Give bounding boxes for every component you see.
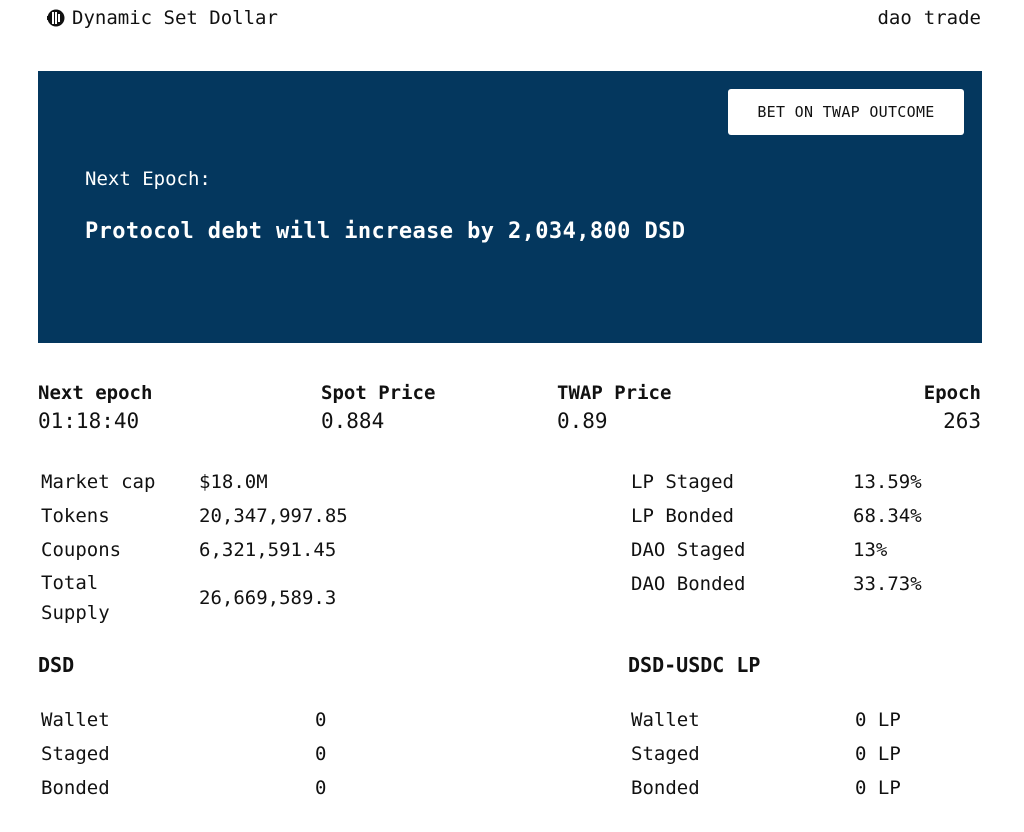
row-value: 0: [315, 777, 327, 799]
dsd-section-title: DSD: [38, 653, 75, 677]
epoch-banner: BET ON TWAP OUTCOME Next Epoch: Protocol…: [38, 71, 982, 343]
lp-row-wallet: Wallet 0 LP: [631, 703, 901, 737]
row-value: $18.0M: [199, 471, 268, 493]
row-label: Wallet: [631, 709, 700, 731]
banner-message: Protocol debt will increase by 2,034,800…: [85, 219, 686, 244]
pool-row-dao-staged: DAO Staged 13%: [631, 533, 922, 567]
row-label: Total Supply: [41, 572, 110, 624]
lp-balance-table: Wallet 0 LP Staged 0 LP Bonded 0 LP: [631, 703, 901, 805]
supply-row-market-cap: Market cap $18.0M: [41, 465, 348, 499]
row-value: 33.73%: [853, 573, 922, 595]
stat-value: 01:18:40: [38, 409, 140, 433]
pool-row-lp-bonded: LP Bonded 68.34%: [631, 499, 922, 533]
row-value: 26,669,589.3: [199, 587, 337, 609]
dsd-row-bonded: Bonded 0: [41, 771, 326, 805]
row-label: Bonded: [41, 777, 110, 799]
supply-row-coupons: Coupons 6,321,591.45: [41, 533, 348, 567]
row-label: Coupons: [41, 539, 122, 561]
row-label: LP Bonded: [631, 505, 734, 527]
nav-link-dao[interactable]: dao: [877, 7, 911, 29]
nav-links: dao trade: [877, 7, 981, 29]
page: Dynamic Set Dollar dao trade BET ON TWAP…: [0, 0, 1024, 832]
row-label: Tokens: [41, 505, 110, 527]
pool-row-lp-staged: LP Staged 13.59%: [631, 465, 922, 499]
brand-name: Dynamic Set Dollar: [72, 7, 278, 29]
dsd-row-staged: Staged 0: [41, 737, 326, 771]
lp-row-staged: Staged 0 LP: [631, 737, 901, 771]
stat-label: Epoch: [923, 382, 981, 404]
stat-value: 0.884: [321, 409, 385, 433]
banner-label: Next Epoch:: [85, 168, 211, 190]
row-value: 0 LP: [855, 743, 901, 765]
lp-row-bonded: Bonded 0 LP: [631, 771, 901, 805]
row-value: 13.59%: [853, 471, 922, 493]
row-value: 0: [315, 743, 327, 765]
row-label: Bonded: [631, 777, 700, 799]
bet-on-twap-button[interactable]: BET ON TWAP OUTCOME: [728, 89, 964, 135]
stat-value: 0.89: [557, 409, 608, 433]
row-label: LP Staged: [631, 471, 734, 493]
stat-epoch: Epoch 263: [924, 380, 981, 436]
stat-twap-price: TWAP Price 0.89: [557, 380, 671, 436]
row-label: DAO Bonded: [631, 573, 746, 595]
stat-next-epoch: Next epoch 01:18:40: [38, 380, 152, 436]
brand[interactable]: Dynamic Set Dollar: [46, 7, 278, 29]
lp-section-title: DSD-USDC LP: [628, 653, 761, 677]
supply-table: Market cap $18.0M Tokens 20,347,997.85 C…: [41, 465, 348, 629]
row-value: 0 LP: [855, 777, 901, 799]
pool-row-dao-bonded: DAO Bonded 33.73%: [631, 567, 922, 601]
row-value: 6,321,591.45: [199, 539, 337, 561]
stat-value: 263: [943, 409, 981, 433]
row-label: Market cap: [41, 471, 156, 493]
row-label: Wallet: [41, 709, 110, 731]
row-label: DAO Staged: [631, 539, 746, 561]
supply-row-total-supply: Total Supply 26,669,589.3: [41, 567, 348, 629]
dsd-balance-table: Wallet 0 Staged 0 Bonded 0: [41, 703, 326, 805]
stat-label: Spot Price: [321, 382, 436, 404]
dsd-row-wallet: Wallet 0: [41, 703, 326, 737]
row-value: 0: [315, 709, 327, 731]
dsd-logo-icon: [46, 8, 66, 28]
supply-row-tokens: Tokens 20,347,997.85: [41, 499, 348, 533]
row-value: 0 LP: [855, 709, 901, 731]
row-value: 13%: [853, 539, 888, 561]
stat-spot-price: Spot Price 0.884: [321, 380, 435, 436]
row-value: 20,347,997.85: [199, 505, 348, 527]
row-value: 68.34%: [853, 505, 922, 527]
nav-link-trade[interactable]: trade: [924, 7, 981, 29]
row-label: Staged: [631, 743, 700, 765]
stat-label: TWAP Price: [557, 382, 672, 404]
pool-shares-table: LP Staged 13.59% LP Bonded 68.34% DAO St…: [631, 465, 922, 601]
row-label: Staged: [41, 743, 110, 765]
stat-label: Next epoch: [38, 382, 153, 404]
top-bar: Dynamic Set Dollar dao trade: [46, 4, 981, 32]
